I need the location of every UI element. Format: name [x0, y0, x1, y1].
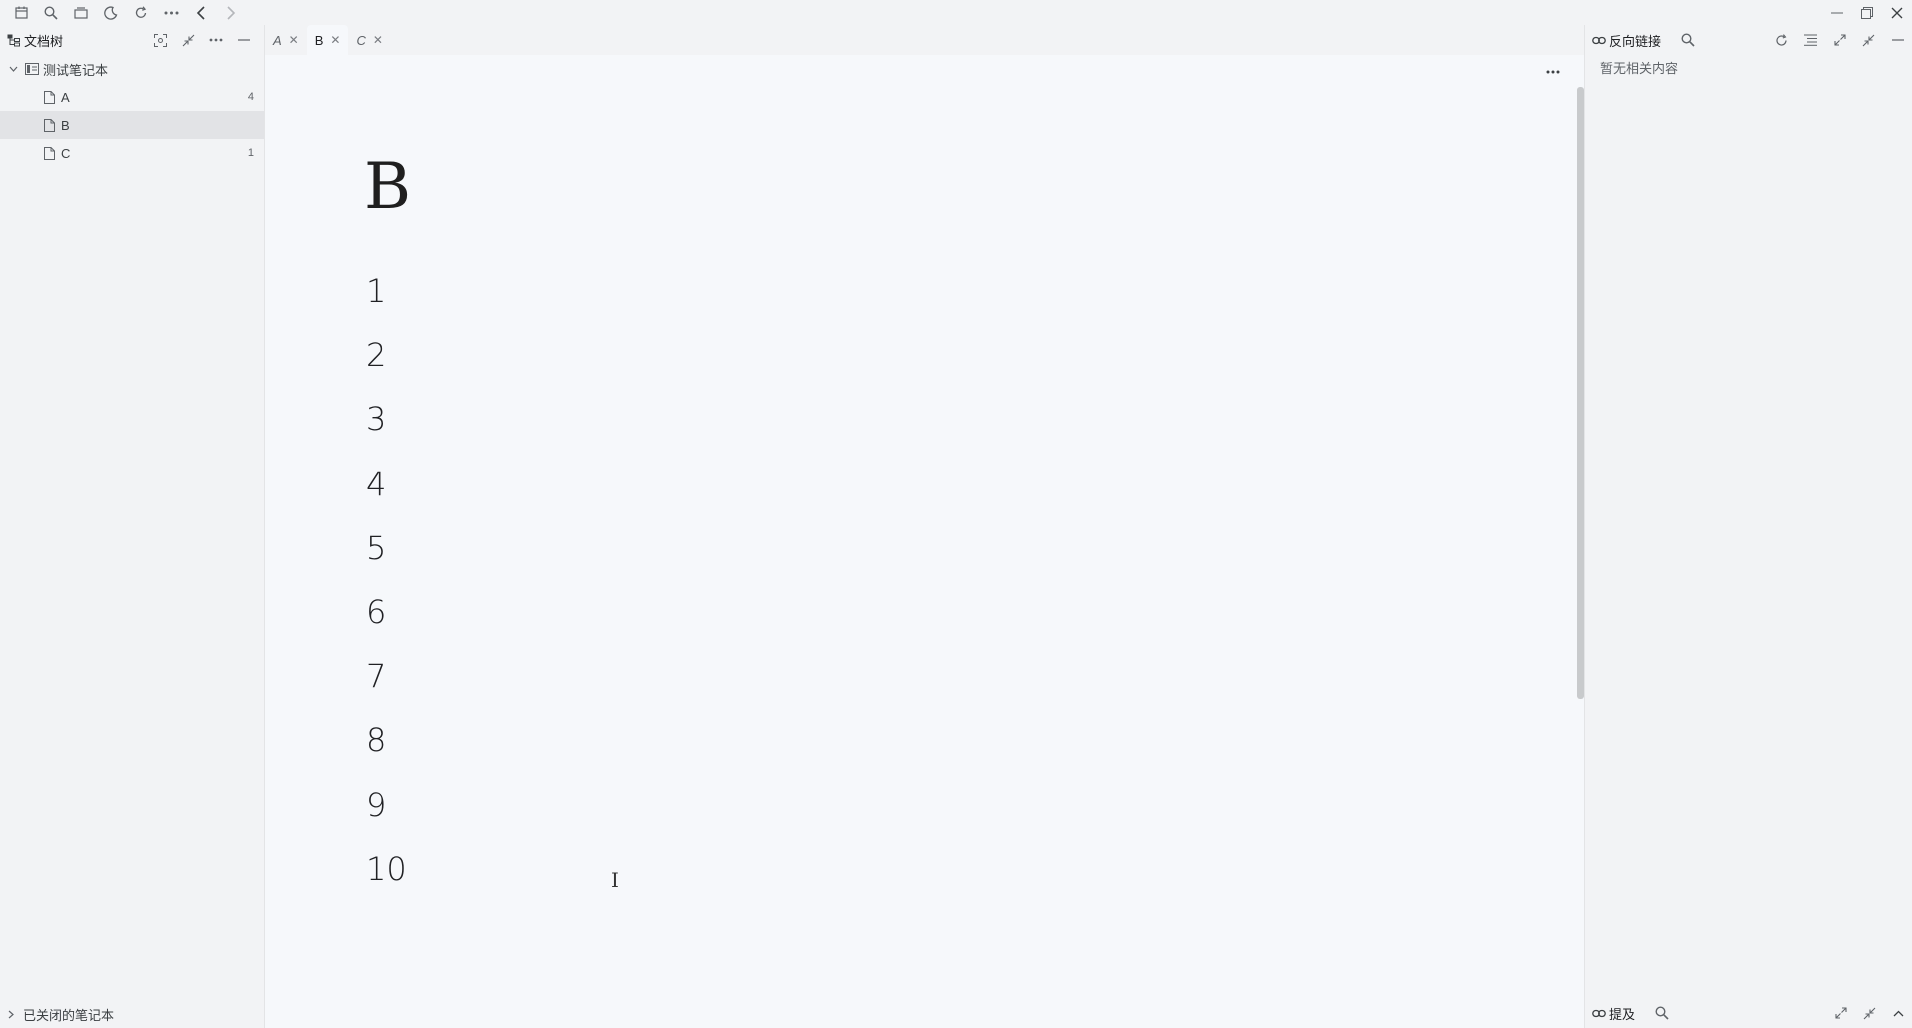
tab-label: A: [273, 32, 282, 48]
tab-c[interactable]: C ✕: [348, 25, 390, 55]
notebook-row[interactable]: 测试笔记本: [0, 55, 264, 83]
editor-more-icon[interactable]: [1542, 61, 1564, 83]
backlinks-panel: 反向链接 暂无相关内容 提及: [1584, 25, 1912, 1028]
collapse-icon[interactable]: [1854, 26, 1883, 54]
document-title[interactable]: B: [364, 155, 411, 219]
close-tab-icon[interactable]: ✕: [330, 33, 340, 47]
close-icon[interactable]: [1882, 0, 1912, 25]
focus-icon[interactable]: [146, 26, 174, 54]
window-icon[interactable]: [66, 0, 96, 25]
mentions-tab[interactable]: 提及: [1592, 1004, 1635, 1023]
paragraph[interactable]: 10: [366, 853, 407, 917]
paragraph[interactable]: 2: [366, 339, 407, 403]
tab-label: C: [356, 32, 366, 48]
tree-more-icon[interactable]: [202, 26, 230, 54]
outline-icon[interactable]: [1796, 26, 1825, 54]
expand-icon[interactable]: [1826, 999, 1855, 1027]
ref-count-badge: 1: [247, 147, 254, 159]
tab-a[interactable]: A ✕: [265, 25, 307, 55]
expand-icon[interactable]: [1825, 26, 1854, 54]
minimize-panel-icon[interactable]: [230, 26, 258, 54]
paragraph[interactable]: 7: [366, 660, 407, 724]
backlinks-actions: [1767, 26, 1912, 54]
backlinks-label: 反向链接: [1609, 33, 1662, 49]
chevron-right-icon[interactable]: [5, 1010, 17, 1019]
doc-name: C: [61, 145, 71, 161]
document-icon: [41, 146, 57, 160]
link-icon: [1592, 36, 1606, 45]
minimize-panel-icon[interactable]: [1883, 26, 1912, 54]
collapse-icon[interactable]: [1855, 999, 1884, 1027]
calendar-icon[interactable]: [6, 0, 36, 25]
close-tab-icon[interactable]: ✕: [373, 33, 383, 47]
chevron-up-icon[interactable]: [1884, 999, 1912, 1027]
file-tree-title[interactable]: 文档树: [7, 31, 63, 50]
search-icon[interactable]: [36, 0, 66, 25]
editor[interactable]: B 1 2 3 4 5 6 7 8 9 10 I: [265, 55, 1584, 1028]
doc-row-b[interactable]: B: [0, 111, 264, 139]
paragraph[interactable]: 8: [366, 724, 407, 788]
sync-icon[interactable]: [126, 0, 156, 25]
refresh-icon[interactable]: [1767, 26, 1796, 54]
forward-icon[interactable]: [216, 0, 246, 25]
backlinks-tab[interactable]: 反向链接: [1592, 31, 1661, 50]
top-toolbar: [0, 0, 1912, 25]
tab-b[interactable]: B ✕: [306, 25, 349, 55]
closed-notebooks-label: 已关闭的笔记本: [23, 1007, 115, 1023]
paragraph[interactable]: 1: [366, 275, 407, 339]
doc-row-a[interactable]: A 4: [0, 83, 264, 111]
file-tree-panel: 文档树 测试笔记本 A 4 B C 1 已关闭的笔记本: [0, 25, 265, 1028]
tree-icon: [7, 34, 20, 47]
doc-name: A: [61, 89, 70, 105]
document-body[interactable]: 1 2 3 4 5 6 7 8 9 10: [366, 275, 407, 917]
ref-count-badge: 4: [247, 91, 254, 103]
doc-row-c[interactable]: C 1: [0, 139, 264, 167]
doc-name: B: [61, 117, 70, 133]
mentions-header: 提及: [1585, 998, 1912, 1028]
notebook-name: 测试笔记本: [43, 62, 109, 78]
closed-notebooks-row[interactable]: 已关闭的笔记本: [0, 1000, 265, 1028]
collapse-icon[interactable]: [174, 26, 202, 54]
more-icon[interactable]: [156, 0, 186, 25]
tab-bar: A ✕ B ✕ C ✕: [265, 25, 1584, 55]
paragraph[interactable]: 6: [366, 596, 407, 660]
text-cursor-icon: I: [611, 868, 619, 892]
file-tree-actions: [146, 26, 258, 54]
chevron-down-icon[interactable]: [7, 66, 19, 72]
paragraph[interactable]: 9: [366, 788, 407, 853]
restore-icon[interactable]: [1852, 0, 1882, 25]
paragraph[interactable]: 3: [366, 403, 407, 467]
back-icon[interactable]: [186, 0, 216, 25]
backlinks-search-icon[interactable]: [1675, 26, 1701, 54]
mentions-label: 提及: [1609, 1006, 1636, 1022]
tab-label: B: [314, 32, 324, 48]
file-tree-header: 文档树: [0, 25, 264, 55]
link-icon: [1592, 1009, 1606, 1018]
empty-state-text: 暂无相关内容: [1600, 61, 1679, 76]
document-icon: [41, 90, 57, 104]
close-tab-icon[interactable]: ✕: [289, 33, 299, 47]
backlinks-header: 反向链接: [1585, 25, 1912, 55]
mentions-search-icon[interactable]: [1649, 999, 1675, 1027]
paragraph[interactable]: 5: [366, 532, 407, 596]
editor-scrollbar[interactable]: [1577, 87, 1584, 699]
paragraph[interactable]: 4: [366, 468, 407, 532]
toolbar-left-group: [0, 0, 246, 25]
mentions-actions: [1826, 999, 1912, 1027]
file-tree-title-label: 文档树: [24, 33, 64, 49]
notebook-icon: [25, 63, 39, 75]
document-icon: [41, 118, 57, 132]
window-controls: [1822, 0, 1912, 25]
moon-icon[interactable]: [96, 0, 126, 25]
minimize-icon[interactable]: [1822, 0, 1852, 25]
